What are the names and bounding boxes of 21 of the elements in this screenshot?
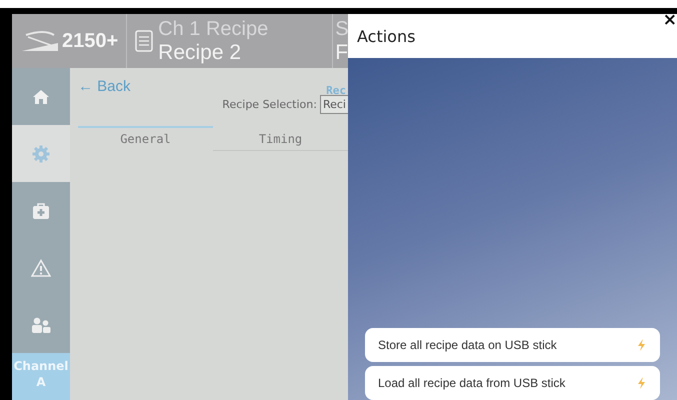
sidebar-item[interactable] — [12, 125, 70, 182]
action-button[interactable]: Store all recipe data on USB stick — [365, 328, 660, 362]
logo-icon — [20, 29, 60, 53]
header-value: F — [335, 40, 348, 64]
close-button[interactable]: × — [662, 12, 677, 29]
recipe-selection-field[interactable]: Reci — [320, 95, 348, 114]
lightning-icon — [637, 339, 646, 351]
action-button[interactable]: Load all recipe data from USB stick — [365, 366, 660, 400]
users-icon — [31, 316, 51, 332]
product-name: 2150+ — [62, 30, 118, 52]
home-icon — [32, 88, 50, 104]
recipe-selection-label: Recipe Selection: — [222, 98, 317, 111]
warning-icon — [31, 258, 51, 276]
settings-icon — [32, 144, 50, 162]
panel-title: Actions — [357, 26, 416, 46]
document-icon — [135, 30, 154, 52]
lightning-icon — [637, 377, 646, 389]
recipe-name: Recipe 2 — [158, 40, 242, 64]
page-title: Rec — [326, 83, 347, 97]
medical-kit-icon — [32, 202, 50, 220]
tab[interactable]: General — [78, 126, 213, 151]
